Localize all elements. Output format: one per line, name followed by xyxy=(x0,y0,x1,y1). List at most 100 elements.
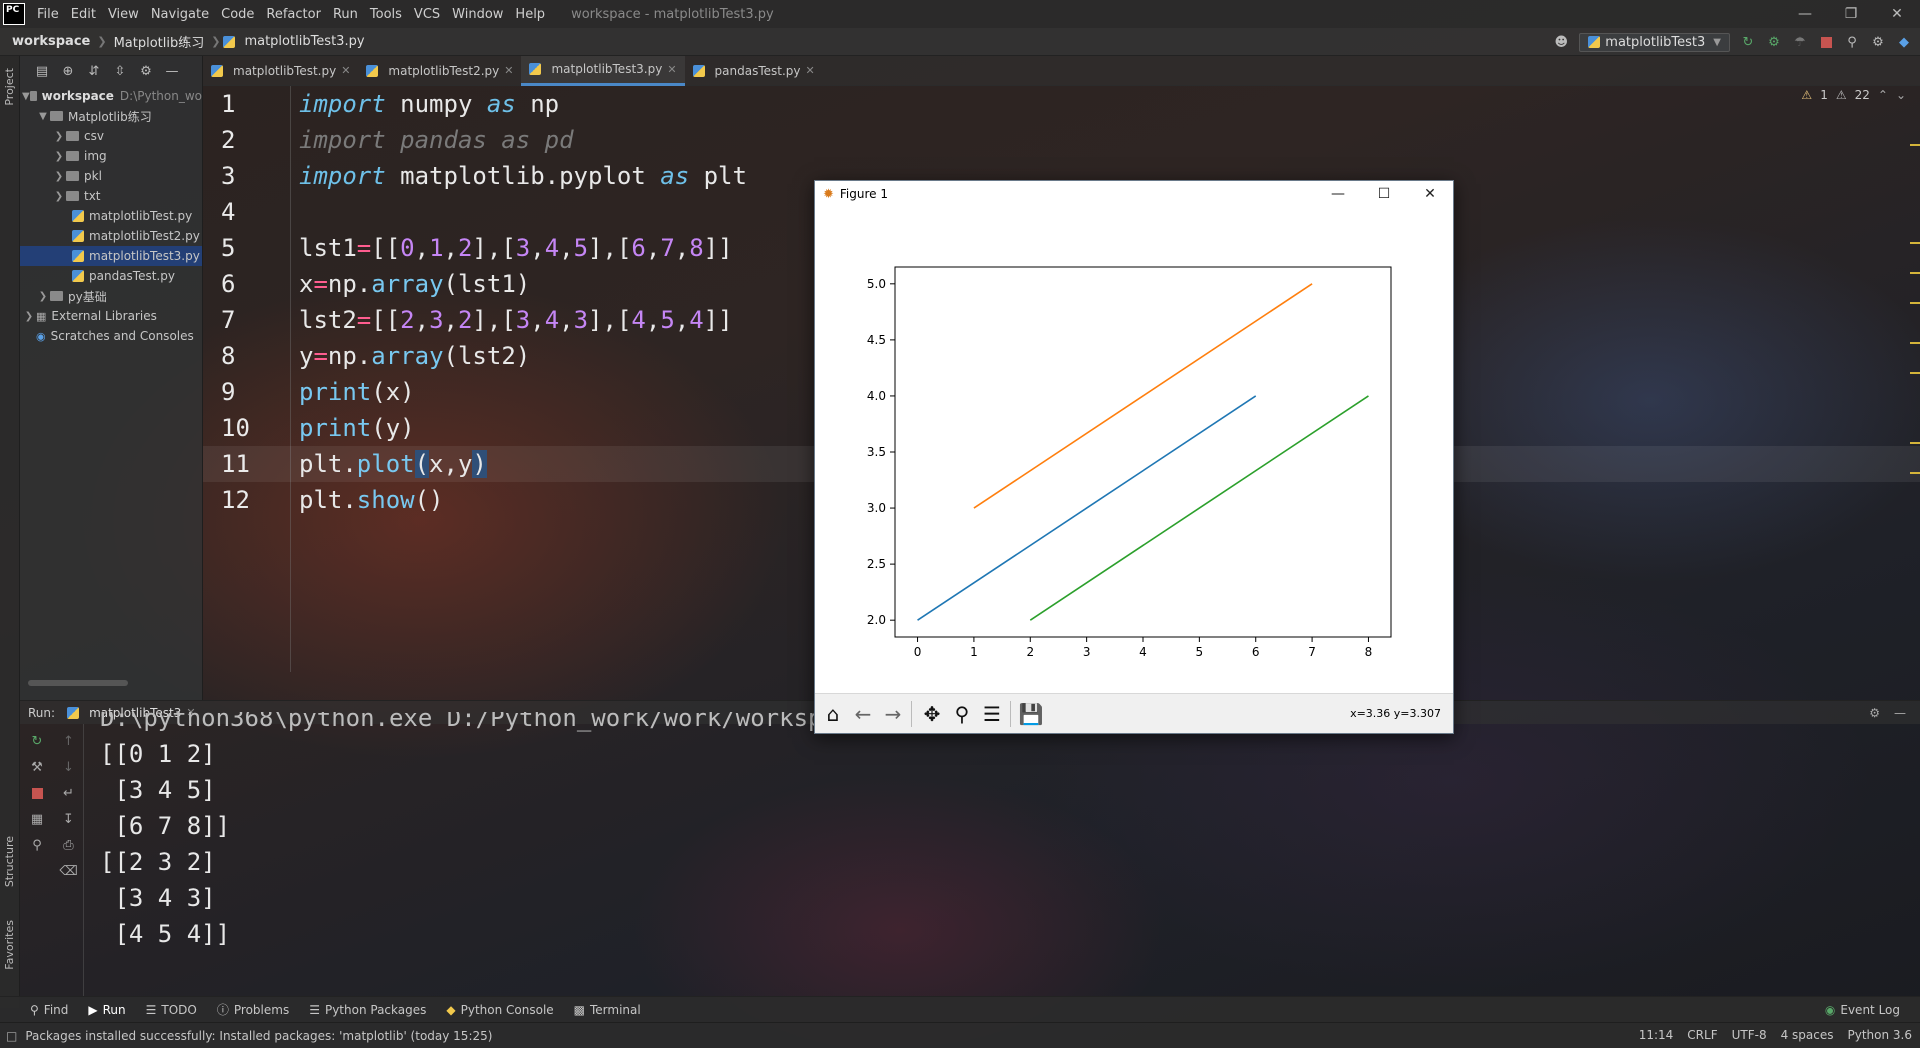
tree-item[interactable]: ❯ img xyxy=(20,146,202,166)
tab-pandastest[interactable]: pandasTest.py ✕ xyxy=(685,56,823,86)
caret-position[interactable]: 11:14 xyxy=(1639,1028,1674,1042)
back-icon[interactable]: ← xyxy=(849,700,877,728)
close-icon[interactable]: ✕ xyxy=(1407,186,1453,202)
close-tab-icon[interactable]: ✕ xyxy=(806,64,815,77)
tree-item[interactable]: ❯ csv xyxy=(20,126,202,146)
close-tab-icon[interactable]: ✕ xyxy=(667,63,676,76)
minimize-icon[interactable]: — xyxy=(1315,186,1361,202)
tree-item[interactable]: ❯ pkl xyxy=(20,166,202,186)
plot-canvas[interactable]: 0 1 2 3 4 5 6 7 8 2.0 2.5 3.0 3.5 4.0 4.5 5.0 xyxy=(815,207,1453,693)
event-log-button[interactable]: ◉ Event Log xyxy=(1815,1003,1910,1017)
tab-find[interactable]: ⚲ Find xyxy=(20,1003,78,1017)
error-stripe[interactable] xyxy=(1900,86,1920,672)
menu-vcs[interactable]: VCS xyxy=(408,7,446,22)
python-interpreter[interactable]: Python 3.6 xyxy=(1848,1028,1913,1042)
structure-tool-tab[interactable]: Structure xyxy=(3,836,16,887)
rerun-icon[interactable]: ↻ xyxy=(28,732,46,750)
tree-item[interactable]: matplotlibTest2.py xyxy=(20,226,202,246)
tab-matplotlibtest[interactable]: matplotlibTest.py ✕ xyxy=(203,56,358,86)
menu-help[interactable]: Help xyxy=(509,7,551,22)
tree-item[interactable]: ❯ txt xyxy=(20,186,202,206)
tab-python-console[interactable]: ◆ Python Console xyxy=(436,1003,563,1017)
warning-marker[interactable] xyxy=(1910,242,1920,244)
tree-item[interactable]: matplotlibTest.py xyxy=(20,206,202,226)
project-tool-tab[interactable]: Project xyxy=(3,68,16,106)
pin-icon[interactable]: ⚲ xyxy=(28,836,46,854)
wrench-icon[interactable]: ⚒ xyxy=(28,758,46,776)
close-tab-icon[interactable]: ✕ xyxy=(504,64,513,77)
tab-matplotlibtest2[interactable]: matplotlibTest2.py ✕ xyxy=(358,56,521,86)
hide-icon[interactable]: — xyxy=(164,63,180,79)
file-encoding[interactable]: UTF-8 xyxy=(1732,1028,1767,1042)
print-icon[interactable]: ⎙ xyxy=(60,836,78,854)
warning-marker[interactable] xyxy=(1910,302,1920,304)
tree-root[interactable]: ▼ workspace D:\Python_wo xyxy=(20,86,202,106)
tab-terminal[interactable]: ▩ Terminal xyxy=(564,1003,651,1017)
gear-icon[interactable]: ⚙ xyxy=(138,63,154,79)
menu-refactor[interactable]: Refactor xyxy=(260,7,327,22)
stop-icon[interactable] xyxy=(28,784,46,802)
collapse-all-icon[interactable]: ⇳ xyxy=(112,63,128,79)
zoom-icon[interactable]: ⚲ xyxy=(948,700,976,728)
console-output[interactable]: D:\python368\python.exe D:/Python_work/w… xyxy=(100,712,1600,996)
tab-python-packages[interactable]: ☰ Python Packages xyxy=(299,1003,436,1017)
hide-icon[interactable]: — xyxy=(1894,706,1906,720)
close-icon[interactable]: ✕ xyxy=(1874,6,1920,22)
plugin-icon[interactable]: ◆ xyxy=(1896,34,1912,50)
menu-window[interactable]: Window xyxy=(446,7,509,22)
status-message[interactable]: Packages installed successfully: Install… xyxy=(25,1029,492,1043)
home-icon[interactable]: ⌂ xyxy=(819,700,847,728)
minimize-icon[interactable]: — xyxy=(1782,6,1828,22)
tab-problems[interactable]: ⓘ Problems xyxy=(207,1001,299,1018)
layout-icon[interactable]: ▦ xyxy=(28,810,46,828)
forward-icon[interactable]: → xyxy=(879,700,907,728)
breadcrumb-workspace[interactable]: workspace xyxy=(8,34,94,49)
tab-todo[interactable]: ☰ TODO xyxy=(136,1003,207,1017)
user-icon[interactable]: ☻ xyxy=(1553,34,1569,50)
menu-file[interactable]: File xyxy=(31,7,65,22)
arrow-down-icon[interactable]: ↓ xyxy=(60,758,78,776)
tree-item[interactable]: ❯ ▦ External Libraries xyxy=(20,306,202,326)
configure-subplots-icon[interactable]: ☰ xyxy=(978,700,1006,728)
line-separator[interactable]: CRLF xyxy=(1687,1028,1717,1042)
breadcrumb-file[interactable]: matplotlibTest3.py xyxy=(240,34,368,49)
tab-run[interactable]: ▶ Run xyxy=(78,1003,135,1017)
menu-edit[interactable]: Edit xyxy=(65,7,102,22)
tree-item[interactable]: ◉ Scratches and Consoles xyxy=(20,326,202,346)
gear-icon[interactable]: ⚙ xyxy=(1869,706,1880,720)
tab-matplotlibtest3[interactable]: matplotlibTest3.py ✕ xyxy=(521,55,685,86)
run-configuration-select[interactable]: matplotlibTest3 ▼ xyxy=(1579,32,1730,52)
menu-run[interactable]: Run xyxy=(327,7,364,22)
warning-marker[interactable] xyxy=(1910,342,1920,344)
menu-view[interactable]: View xyxy=(102,7,145,22)
search-icon[interactable]: ⚲ xyxy=(1844,34,1860,50)
expand-all-icon[interactable]: ⇵ xyxy=(86,63,102,79)
close-tab-icon[interactable]: ✕ xyxy=(341,64,350,77)
menu-tools[interactable]: Tools xyxy=(364,7,408,22)
pan-icon[interactable]: ✥ xyxy=(918,700,946,728)
indent-setting[interactable]: 4 spaces xyxy=(1781,1028,1834,1042)
menu-navigate[interactable]: Navigate xyxy=(145,7,215,22)
maximize-icon[interactable]: ☐ xyxy=(1361,186,1407,202)
favorites-tool-tab[interactable]: Favorites xyxy=(3,920,16,970)
warning-marker[interactable] xyxy=(1910,372,1920,374)
tree-item[interactable]: pandasTest.py xyxy=(20,266,202,286)
save-icon[interactable]: 💾 xyxy=(1017,700,1045,728)
warning-marker[interactable] xyxy=(1910,272,1920,274)
breadcrumb-folder[interactable]: Matplotlib练习 xyxy=(110,32,209,51)
project-view-icon[interactable]: ▤ xyxy=(34,63,50,79)
soft-wrap-icon[interactable]: ↵ xyxy=(60,784,78,802)
tree-item[interactable]: ▼ Matplotlib练习 xyxy=(20,106,202,126)
settings-icon[interactable]: ⚙ xyxy=(1870,34,1886,50)
tree-item-selected[interactable]: matplotlibTest3.py xyxy=(20,246,202,266)
warning-marker[interactable] xyxy=(1910,144,1920,146)
debug-icon[interactable]: ⚙ xyxy=(1766,34,1782,50)
warning-marker[interactable] xyxy=(1910,472,1920,474)
rerun-icon[interactable]: ↻ xyxy=(1740,34,1756,50)
warning-marker[interactable] xyxy=(1910,442,1920,444)
tree-item[interactable]: ❯ py基础 xyxy=(20,286,202,306)
horizontal-scrollbar[interactable] xyxy=(28,680,128,686)
locate-icon[interactable]: ⊕ xyxy=(60,63,76,79)
menu-code[interactable]: Code xyxy=(215,7,260,22)
trash-icon[interactable]: ⌫ xyxy=(59,862,77,880)
